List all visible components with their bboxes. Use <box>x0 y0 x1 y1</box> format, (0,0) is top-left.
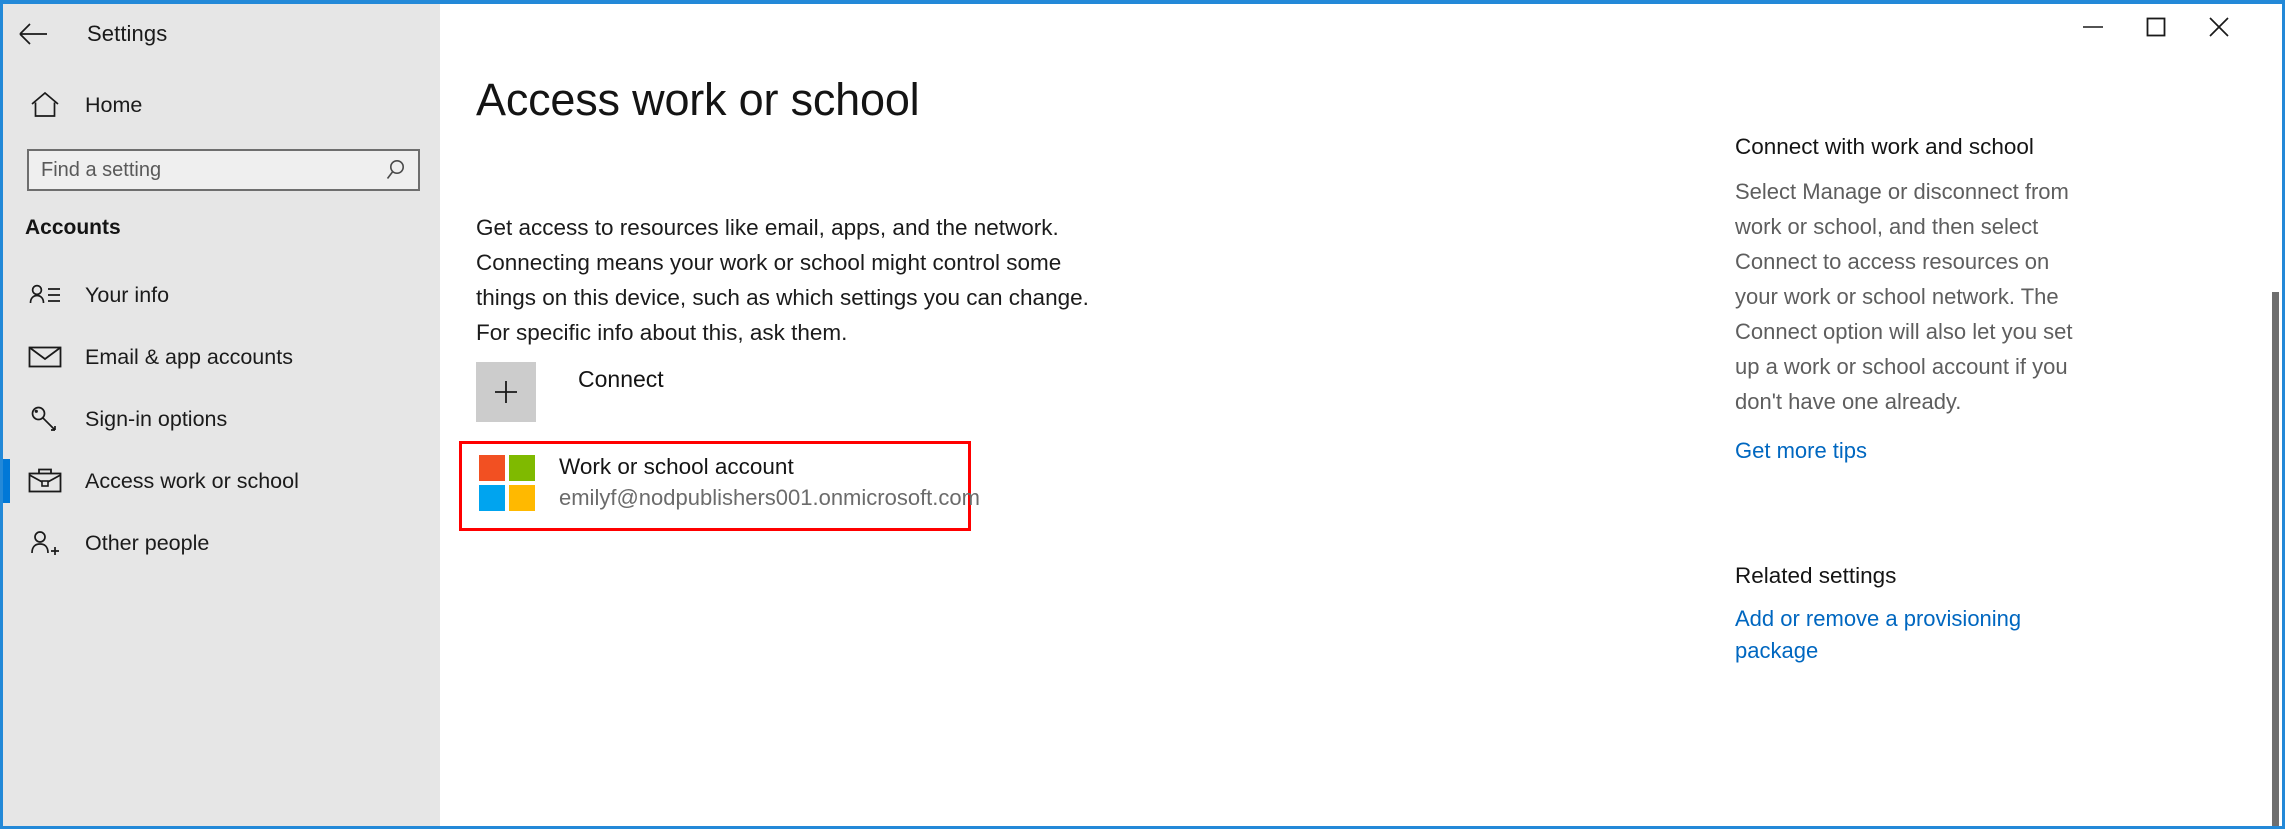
close-icon <box>2207 15 2231 44</box>
active-indicator <box>3 459 10 503</box>
sidebar-nav-list: Your info Email & app accounts Sign-in o… <box>3 264 440 574</box>
related-settings-heading: Related settings <box>1735 563 1897 588</box>
search-box[interactable] <box>27 149 420 191</box>
maximize-button[interactable] <box>2121 5 2191 53</box>
scrollbar-thumb[interactable] <box>2272 292 2279 826</box>
main-content: Access work or school Get access to reso… <box>440 64 2282 826</box>
sidebar-item-label: Your info <box>85 282 170 307</box>
settings-window: Settings Home Find a setting Accounts Yo… <box>0 0 2285 829</box>
person-list-icon <box>13 282 77 308</box>
microsoft-logo-icon <box>479 455 535 511</box>
connect-with-work-body: Select Manage or disconnect from work or… <box>1735 179 2073 414</box>
title-bar: Settings <box>3 4 2282 64</box>
connect-with-work-heading: Connect with work and school <box>1735 134 2034 159</box>
app-title: Settings <box>87 21 168 46</box>
key-icon <box>13 405 77 433</box>
back-arrow-icon <box>19 23 49 45</box>
sidebar-item-label: Access work or school <box>85 468 299 493</box>
page-title: Access work or school <box>476 74 920 125</box>
maximize-icon <box>2145 16 2167 43</box>
vertical-scrollbar[interactable] <box>2266 124 2282 826</box>
sidebar-item-your-info[interactable]: Your info <box>3 264 440 326</box>
close-button[interactable] <box>2184 5 2254 53</box>
intro-paragraph: Get access to resources like email, apps… <box>476 215 1089 345</box>
search-icon[interactable] <box>374 158 418 182</box>
connect-button-label: Connect <box>578 365 664 392</box>
sidebar-item-home[interactable]: Home <box>3 74 440 136</box>
sidebar-item-label: Email & app accounts <box>85 344 293 369</box>
minimize-button[interactable] <box>2058 5 2128 53</box>
account-text-group: Work or school account emilyf@nodpublish… <box>559 452 980 514</box>
search-input[interactable] <box>29 158 374 182</box>
minimize-icon <box>2081 20 2105 38</box>
sidebar-item-home-label: Home <box>85 92 143 117</box>
back-button[interactable] <box>3 6 65 62</box>
sidebar-item-label: Other people <box>85 530 210 555</box>
add-remove-provisioning-package-link[interactable]: Add or remove a provisioning package <box>1735 603 2095 667</box>
plus-icon <box>476 362 536 422</box>
sidebar: Home Accounts You <box>3 64 440 826</box>
sidebar-item-email-app-accounts[interactable]: Email & app accounts <box>3 326 440 388</box>
sidebar-item-sign-in-options[interactable]: Sign-in options <box>3 388 440 450</box>
get-more-tips-link[interactable]: Get more tips <box>1735 435 2095 467</box>
work-or-school-account-row[interactable]: Work or school account emilyf@nodpublish… <box>479 452 980 514</box>
sidebar-group-title: Accounts <box>25 216 121 239</box>
account-name: Work or school account <box>559 454 794 479</box>
title-bar-left-region: Settings <box>3 4 440 64</box>
connect-button[interactable]: Connect <box>476 362 664 422</box>
sidebar-item-access-work-or-school[interactable]: Access work or school <box>3 450 440 512</box>
sidebar-item-other-people[interactable]: Other people <box>3 512 440 574</box>
sidebar-item-label: Sign-in options <box>85 406 228 431</box>
person-add-icon <box>13 529 77 557</box>
briefcase-icon <box>13 467 77 495</box>
envelope-icon <box>13 345 77 369</box>
account-highlight-box: Work or school account emilyf@nodpublish… <box>459 441 980 531</box>
home-icon <box>13 91 77 119</box>
right-info-panel: Connect with work and school Select Mana… <box>1735 134 2095 667</box>
account-email: emilyf@nodpublishers001.onmicrosoft.com <box>559 485 980 510</box>
